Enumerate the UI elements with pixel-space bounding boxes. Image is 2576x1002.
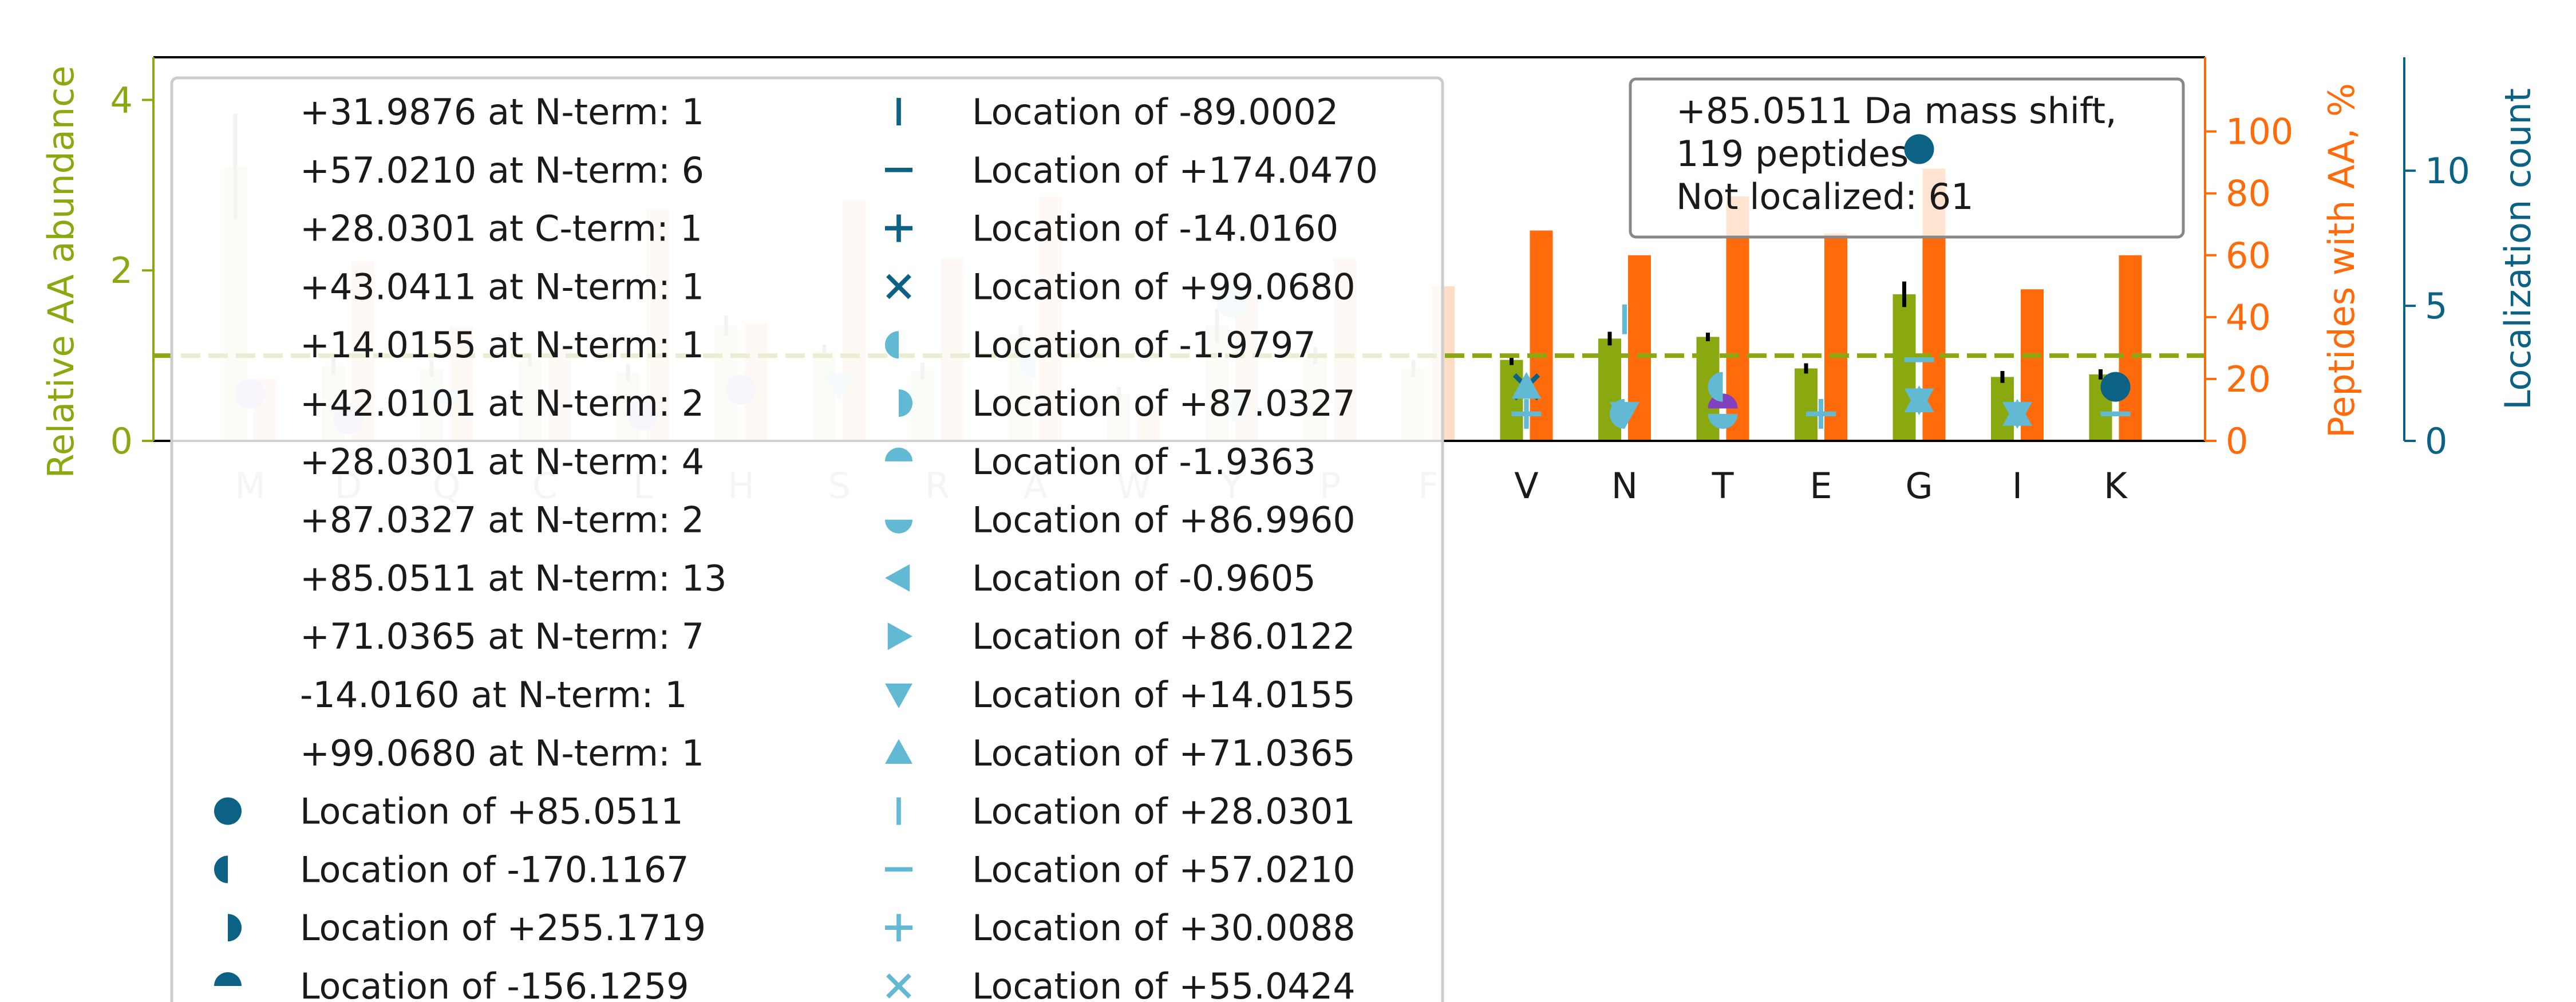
legend-location-entry-11: Location of +86.9960 bbox=[972, 499, 1356, 541]
legend-text-entry-2: +28.0301 at C-term: 1 bbox=[300, 208, 702, 250]
legend-location-entry-10: Location of -1.9363 bbox=[972, 441, 1316, 483]
legend-location-entry-8: Location of -1.9797 bbox=[972, 324, 1316, 366]
localization-marker-K-15 bbox=[2100, 372, 2131, 402]
right-tick-label-60: 60 bbox=[2226, 235, 2271, 277]
x-tick-label-N: N bbox=[1611, 465, 1638, 507]
legend-location-entry-7: Location of +99.0680 bbox=[972, 266, 1356, 307]
x-tick-label-E: E bbox=[1809, 465, 1832, 507]
legend-text-entry-11: +99.0680 at N-term: 1 bbox=[300, 732, 704, 774]
legend-text-entry-5: +42.0101 at N-term: 2 bbox=[300, 382, 704, 424]
legend: +31.9876 at N-term: 1 +57.0210 at N-term:… bbox=[170, 76, 1444, 1002]
chart-svg: 024Relative AA abundance 020406080100 Pept… bbox=[40, 56, 2539, 1002]
left-tick-label-0: 0 bbox=[110, 420, 133, 462]
bar-abundance-V bbox=[1500, 360, 1523, 441]
legend-location-entry-14: Location of +14.0155 bbox=[972, 674, 1356, 716]
legend-location-entry-2: Location of +255.1719 bbox=[300, 907, 706, 949]
info-box-line-2: Not localized: 61 bbox=[1676, 176, 1974, 218]
legend-text-entry-1: +57.0210 at N-term: 6 bbox=[300, 149, 704, 191]
legend-location-entry-19: Location of +55.0424 bbox=[972, 965, 1356, 1002]
legend-location-entry-15: Location of +71.0365 bbox=[972, 732, 1356, 774]
y-right2-label: Localization count bbox=[2497, 88, 2539, 410]
legend-text-entry-6: +28.0301 at N-term: 4 bbox=[300, 441, 704, 483]
right-tick-label-80: 80 bbox=[2226, 173, 2271, 215]
legend-text-entry-3: +43.0411 at N-term: 1 bbox=[300, 266, 704, 307]
legend-location-entry-18: Location of +30.0088 bbox=[972, 907, 1356, 949]
x-tick-label-G: G bbox=[1905, 465, 1933, 507]
bar-abundance-E bbox=[1795, 368, 1818, 441]
chart: 0 2 4 Relative AA abundance 0 20 40 60 80 100 Pept… bbox=[0, 0, 2576, 1002]
legend-text-entry-0: +31.9876 at N-term: 1 bbox=[300, 91, 704, 133]
right-tick-label-0: 0 bbox=[2226, 420, 2248, 462]
legend-location-entry-0: Location of +85.0511 bbox=[300, 791, 683, 833]
localization-marker-G-top bbox=[1904, 134, 1934, 164]
legend-location-entry-5: Location of +174.0470 bbox=[972, 149, 1378, 191]
legend-text-entry-8: +85.0511 at N-term: 13 bbox=[300, 557, 727, 599]
info-box-line-0: +85.0511 Da mass shift, bbox=[1676, 90, 2117, 132]
legend-location-entry-6: Location of -14.0160 bbox=[972, 208, 1338, 250]
info-box-line-1: 119 peptides bbox=[1676, 133, 1909, 175]
legend-marker-0 bbox=[214, 797, 242, 825]
bar-peptides-E bbox=[1824, 233, 1847, 441]
right2-tick-label-0: 0 bbox=[2425, 420, 2447, 462]
right2-tick-label-10: 10 bbox=[2425, 150, 2470, 192]
legend-location-entry-4: Location of -89.0002 bbox=[972, 91, 1338, 133]
legend-location-entry-9: Location of +87.0327 bbox=[972, 382, 1356, 424]
y-left-label: Relative AA abundance bbox=[40, 66, 82, 479]
legend-location-entry-17: Location of +57.0210 bbox=[972, 849, 1356, 890]
bar-abundance-G bbox=[1893, 294, 1916, 441]
x-tick-label-T: T bbox=[1712, 465, 1735, 507]
legend-text-entry-9: +71.0365 at N-term: 7 bbox=[300, 616, 704, 657]
legend-location-entry-1: Location of -170.1167 bbox=[300, 849, 689, 890]
legend-location-entry-12: Location of -0.9605 bbox=[972, 557, 1316, 599]
right-tick-label-100: 100 bbox=[2226, 111, 2293, 153]
left-tick-label-4: 4 bbox=[110, 79, 133, 121]
info-box: +85.0511 Da mass shift,119 peptidesNot l… bbox=[1629, 77, 2185, 239]
legend-location-entry-3: Location of -156.1259 bbox=[300, 965, 689, 1002]
left-tick-label-2: 2 bbox=[110, 250, 133, 291]
x-tick-label-K: K bbox=[2104, 465, 2128, 507]
legend-text-entry-10: -14.0160 at N-term: 1 bbox=[300, 674, 688, 716]
legend-location-entry-16: Location of +28.0301 bbox=[972, 791, 1356, 833]
x-tick-label-I: I bbox=[2012, 465, 2022, 507]
y-right-label: Peptides with AA, % bbox=[2321, 83, 2362, 438]
x-tick-label-V: V bbox=[1514, 465, 1538, 507]
legend-text-entry-7: +87.0327 at N-term: 2 bbox=[300, 499, 704, 541]
right-tick-label-40: 40 bbox=[2226, 297, 2271, 338]
right2-tick-label-5: 5 bbox=[2425, 285, 2447, 327]
legend-text-entry-4: +14.0155 at N-term: 1 bbox=[300, 324, 704, 366]
right-tick-label-20: 20 bbox=[2226, 358, 2271, 400]
bar-peptides-V bbox=[1530, 230, 1553, 441]
legend-location-entry-13: Location of +86.0122 bbox=[972, 616, 1356, 657]
